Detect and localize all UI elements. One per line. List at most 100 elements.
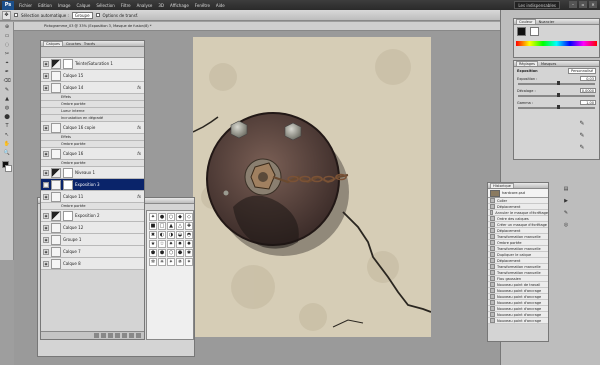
tab-paths[interactable]: Tracés — [84, 42, 95, 46]
style-swatch[interactable]: ⬣ — [176, 249, 184, 257]
style-swatch[interactable]: ◆ — [176, 213, 184, 221]
menu-affichage[interactable]: Affichage — [167, 3, 192, 8]
bg-color-swatch[interactable] — [530, 27, 540, 36]
history-snapshot[interactable]: hardcore.psd — [488, 189, 548, 198]
slider-knob[interactable] — [556, 93, 560, 97]
tool-eraser-icon[interactable]: ⌫ — [1, 77, 13, 85]
style-swatch[interactable]: ✖ — [149, 231, 157, 239]
tool-hand-icon[interactable]: ✋ — [1, 140, 13, 148]
menu-aide[interactable]: Aide — [213, 3, 228, 8]
visibility-eye-icon[interactable]: ◉ — [43, 248, 49, 255]
tab-layers[interactable]: Calques — [43, 41, 63, 46]
style-swatch[interactable]: ✹ — [185, 240, 193, 248]
workspace-switcher[interactable]: Les indispensables — [514, 1, 560, 9]
fx-badge[interactable]: fx — [137, 151, 141, 156]
fg-color-swatch[interactable] — [517, 27, 526, 36]
visibility-eye-icon[interactable]: ◉ — [43, 84, 49, 91]
layer-row[interactable]: ◉ Groupe 1 — [41, 234, 144, 246]
new-layer-icon[interactable] — [129, 333, 134, 338]
auto-select-checkbox[interactable] — [14, 13, 18, 17]
menu-fichier[interactable]: Fichier — [16, 3, 35, 8]
fx-badge[interactable]: fx — [137, 194, 141, 199]
style-swatch[interactable]: ☆ — [158, 240, 166, 248]
visibility-eye-icon[interactable]: ◉ — [43, 124, 49, 131]
tab-swatches[interactable]: Nuancier — [539, 20, 555, 24]
folder-icon[interactable] — [122, 333, 127, 338]
style-swatch[interactable]: ✸ — [176, 240, 184, 248]
style-swatch[interactable]: □ — [158, 222, 166, 230]
layer-effect-row[interactable]: Effets — [41, 94, 144, 101]
style-swatch[interactable]: ★ — [149, 240, 157, 248]
tool-dodge-icon[interactable]: ⬤ — [1, 113, 13, 121]
style-swatch[interactable]: ○ — [167, 213, 175, 221]
visibility-eye-icon[interactable]: ◉ — [43, 150, 49, 157]
layer-mask-thumbnail[interactable] — [63, 58, 73, 69]
style-swatch[interactable]: ■ — [149, 222, 157, 230]
actions-icon[interactable]: ▶ — [564, 198, 568, 204]
layer-row[interactable]: ◉ Calque 12 — [41, 222, 144, 234]
style-swatch[interactable]: ✳ — [158, 258, 166, 266]
tool-marquee-icon[interactable]: ▭ — [1, 32, 13, 40]
slider-knob[interactable] — [556, 81, 560, 85]
style-swatch[interactable]: ⬡ — [167, 249, 175, 257]
mask-icon[interactable] — [108, 333, 113, 338]
tab-masks[interactable]: Masques — [541, 62, 556, 66]
style-swatch[interactable]: ◑ — [167, 231, 175, 239]
layer-row[interactable]: ◉ Calque 15 — [41, 70, 144, 82]
link-icon[interactable] — [94, 333, 99, 338]
layer-mask-thumbnail[interactable] — [63, 167, 73, 178]
layer-row[interactable]: ◉ Niveaux 1 — [41, 167, 144, 179]
style-swatch[interactable]: ◒ — [176, 231, 184, 239]
menu-analyse[interactable]: Analyse — [134, 3, 156, 8]
style-swatch[interactable]: ✷ — [167, 240, 175, 248]
layer-effect-row[interactable]: Lueur interne — [41, 108, 144, 115]
style-swatch[interactable]: ✴ — [167, 258, 175, 266]
document-tab[interactable]: Pictogramme_03 @ 33% (Exposition 3, Masq… — [14, 22, 500, 31]
layer-row[interactable]: ◉ Exposition 2 — [41, 210, 144, 222]
style-swatch[interactable]: ✦ — [149, 213, 157, 221]
history-icon[interactable]: ▤ — [564, 186, 569, 192]
visibility-eye-icon[interactable]: ◉ — [43, 181, 49, 188]
visibility-eye-icon[interactable]: ◉ — [43, 193, 49, 200]
layer-row[interactable]: ◉ Calque 8 — [41, 258, 144, 270]
menu-image[interactable]: Image — [55, 3, 74, 8]
eyedropper-black-icon[interactable]: ✎ — [579, 120, 584, 127]
style-swatch[interactable]: ◐ — [158, 231, 166, 239]
close-icon[interactable]: ✕ — [589, 1, 597, 8]
menu-calque[interactable]: Calque — [73, 3, 93, 8]
tool-healing-icon[interactable]: ✒ — [1, 68, 13, 76]
eyedropper-gray-icon[interactable]: ✎ — [579, 132, 584, 139]
style-swatch[interactable]: ✵ — [176, 258, 184, 266]
menu-filtre[interactable]: Filtre — [118, 3, 134, 8]
adjustment-icon[interactable] — [115, 333, 120, 338]
layer-effect-row[interactable]: Ombre portée — [41, 203, 144, 210]
brush-preset-icon[interactable]: ✎ — [564, 210, 568, 216]
tool-gradient-icon[interactable]: ▲ — [1, 95, 13, 103]
style-swatch[interactable]: ◇ — [185, 213, 193, 221]
layer-row[interactable]: ◉ Exposition 3 — [41, 179, 144, 191]
style-swatch[interactable]: ⬟ — [149, 249, 157, 257]
visibility-eye-icon[interactable]: ◉ — [43, 60, 49, 67]
color-spectrum[interactable] — [516, 41, 597, 46]
layer-row[interactable]: ◉ Calque 16 copie fx — [41, 122, 144, 134]
tab-channels[interactable]: Couches — [66, 42, 81, 46]
tool-type-icon[interactable]: T — [1, 122, 13, 130]
visibility-eye-icon[interactable]: ◉ — [43, 212, 49, 219]
tab-adjustments[interactable]: Réglages — [516, 61, 538, 66]
layer-mask-thumbnail[interactable] — [63, 179, 73, 190]
menu-selection[interactable]: Sélection — [93, 3, 117, 8]
layer-row[interactable]: ◉ Calque 7 — [41, 246, 144, 258]
visibility-eye-icon[interactable]: ◉ — [43, 236, 49, 243]
style-swatch[interactable]: ✚ — [185, 222, 193, 230]
background-color[interactable] — [5, 165, 12, 172]
style-swatch[interactable]: ▲ — [167, 222, 175, 230]
fx-badge[interactable]: fx — [137, 85, 141, 90]
clone-source-icon[interactable]: ◎ — [564, 222, 568, 228]
style-swatch[interactable]: △ — [176, 222, 184, 230]
layer-row[interactable]: ◉ Teinte/Saturation 1 — [41, 58, 144, 70]
tab-color[interactable]: Couleur — [516, 19, 536, 24]
visibility-eye-icon[interactable]: ◉ — [43, 224, 49, 231]
layer-row[interactable]: ◉ Calque 14 fx — [41, 82, 144, 94]
menu-edition[interactable]: Edition — [35, 3, 55, 8]
layer-effect-row[interactable]: Incrustation en dégradé — [41, 115, 144, 122]
